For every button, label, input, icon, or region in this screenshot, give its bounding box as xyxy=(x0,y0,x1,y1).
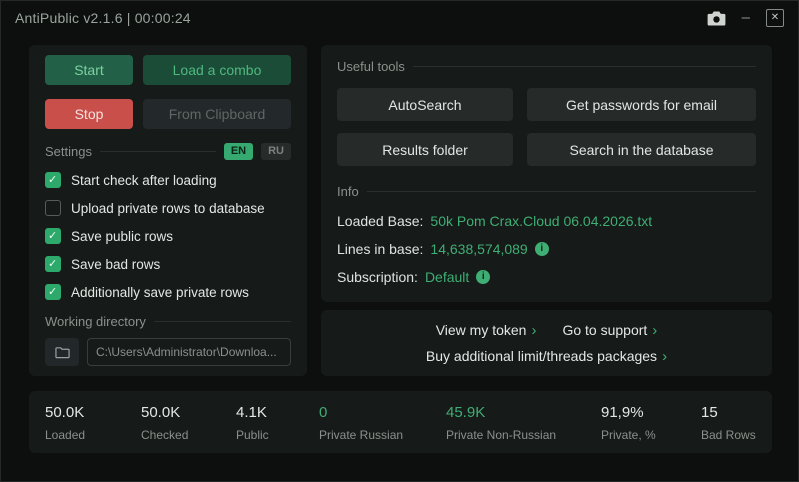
stat-label: Loaded xyxy=(45,428,86,442)
stat-value: 4.1K xyxy=(236,404,267,421)
links-panel: View my token › Go to support › Buy addi… xyxy=(321,310,772,376)
checkbox-row-save-private[interactable]: Additionally save private rows xyxy=(45,284,291,300)
lines-in-base-row: Lines in base: 14,638,574,089 i xyxy=(337,239,756,259)
checkbox[interactable] xyxy=(45,200,61,216)
checkbox-label: Upload private rows to database xyxy=(71,200,265,216)
checkbox-label: Save public rows xyxy=(71,228,174,244)
checkbox-label: Save bad rows xyxy=(71,256,161,272)
info-icon[interactable]: i xyxy=(476,270,491,284)
chevron-right-icon: › xyxy=(652,321,658,339)
stat-private-non-russian: 45.9K Private Non-Russian xyxy=(446,404,556,442)
lang-en-toggle[interactable]: EN xyxy=(223,143,254,160)
titlebar: AntiPublic v2.1.6 | 00:00:24 – ✕ xyxy=(1,1,798,35)
divider xyxy=(366,191,756,192)
stat-value: 45.9K xyxy=(446,404,486,421)
folder-icon[interactable] xyxy=(45,338,79,366)
stat-private-russian: 0 Private Russian xyxy=(319,404,403,442)
stat-label: Private Russian xyxy=(319,428,404,442)
from-clipboard-button[interactable]: From Clipboard xyxy=(143,99,291,129)
stats-bar: 50.0K Loaded 50.0K Checked 4.1K Public 0… xyxy=(29,391,772,453)
working-directory-input[interactable] xyxy=(87,338,291,366)
go-support-label: Go to support xyxy=(562,322,648,338)
stat-public: 4.1K Public xyxy=(236,404,269,442)
loaded-base-row: Loaded Base: 50k Pom Crax.Cloud 06.04.20… xyxy=(337,211,756,231)
stop-button[interactable]: Stop xyxy=(45,99,133,129)
checkbox-row-start-check[interactable]: Start check after loading xyxy=(45,172,291,188)
autosearch-button[interactable]: AutoSearch xyxy=(337,88,513,121)
checkbox[interactable] xyxy=(45,256,61,272)
loaded-base-label: Loaded Base: xyxy=(337,213,424,229)
stat-label: Public xyxy=(236,428,269,442)
links-row-2: Buy additional limit/threads packages › xyxy=(333,348,760,365)
checkbox-row-upload-private[interactable]: Upload private rows to database xyxy=(45,200,291,216)
load-combo-button[interactable]: Load a combo xyxy=(143,55,291,85)
stat-private-percent: 91,9% Private, % xyxy=(601,404,656,442)
stat-value: 50.0K xyxy=(141,404,181,421)
subscription-label: Subscription: xyxy=(337,269,418,285)
checkbox-row-save-public[interactable]: Save public rows xyxy=(45,228,291,244)
view-token-link[interactable]: View my token › xyxy=(436,322,537,339)
checkbox[interactable] xyxy=(45,172,61,188)
stat-label: Private, % xyxy=(601,428,656,442)
divider xyxy=(153,321,291,322)
stat-bad-rows: 15 Bad Rows xyxy=(701,404,756,442)
view-token-label: View my token xyxy=(435,322,527,338)
useful-tools-label: Useful tools xyxy=(337,59,405,74)
chevron-right-icon: › xyxy=(531,321,537,339)
chevron-right-icon: › xyxy=(662,347,668,365)
minimize-icon[interactable]: – xyxy=(742,9,750,26)
info-icon[interactable]: i xyxy=(534,242,549,256)
info-rows: Loaded Base: 50k Pom Crax.Cloud 06.04.20… xyxy=(337,211,756,287)
stat-label: Bad Rows xyxy=(701,428,756,442)
control-panel: Start Load a combo Stop From Clipboard S… xyxy=(29,45,307,376)
buy-packages-label: Buy additional limit/threads packages xyxy=(425,348,658,364)
stat-value: 15 xyxy=(701,404,718,421)
subscription-value: Default xyxy=(424,269,470,285)
stat-value: 91,9% xyxy=(601,404,644,421)
lang-ru-toggle[interactable]: RU xyxy=(261,143,291,160)
subscription-row: Subscription: Default i xyxy=(337,267,756,287)
close-icon[interactable]: ✕ xyxy=(766,9,784,27)
stat-value: 0 xyxy=(319,404,328,421)
settings-label: Settings xyxy=(45,144,92,159)
checkbox-label: Additionally save private rows xyxy=(71,284,249,300)
loaded-base-value: 50k Pom Crax.Cloud 06.04.2026.txt xyxy=(430,213,653,229)
screenshot-camera-icon[interactable] xyxy=(707,10,726,26)
run-buttons: Start Load a combo Stop From Clipboard xyxy=(45,55,291,129)
checkbox[interactable] xyxy=(45,284,61,300)
settings-checkbox-list: Start check after loading Upload private… xyxy=(45,172,291,300)
lines-in-base-label: Lines in base: xyxy=(337,241,424,257)
get-passwords-button[interactable]: Get passwords for email xyxy=(527,88,756,121)
divider xyxy=(99,151,216,152)
divider xyxy=(412,66,756,67)
working-directory-row xyxy=(45,338,291,366)
checkbox[interactable] xyxy=(45,228,61,244)
links-row-1: View my token › Go to support › xyxy=(333,322,760,339)
stat-label: Checked xyxy=(141,428,189,442)
stat-label: Private Non-Russian xyxy=(446,428,557,442)
results-folder-button[interactable]: Results folder xyxy=(337,133,513,166)
lines-in-base-value: 14,638,574,089 xyxy=(430,241,528,257)
tools-info-panel: Useful tools AutoSearch Get passwords fo… xyxy=(321,45,772,302)
tools-buttons: AutoSearch Get passwords for email Resul… xyxy=(337,88,756,166)
checkbox-row-save-bad[interactable]: Save bad rows xyxy=(45,256,291,272)
stat-checked: 50.0K Checked xyxy=(141,404,188,442)
window-title: AntiPublic v2.1.6 | 00:00:24 xyxy=(15,10,191,26)
info-header: Info xyxy=(337,184,756,199)
working-directory-header: Working directory xyxy=(45,314,291,329)
useful-tools-header: Useful tools xyxy=(337,59,756,74)
working-directory-label: Working directory xyxy=(45,314,146,329)
buy-packages-link[interactable]: Buy additional limit/threads packages › xyxy=(426,348,667,365)
stat-loaded: 50.0K Loaded xyxy=(45,404,85,442)
stat-value: 50.0K xyxy=(45,404,85,421)
window-controls: – ✕ xyxy=(707,9,784,27)
settings-header: Settings EN RU xyxy=(45,143,291,160)
checkbox-label: Start check after loading xyxy=(71,172,217,188)
search-database-button[interactable]: Search in the database xyxy=(527,133,756,166)
start-button[interactable]: Start xyxy=(45,55,133,85)
go-support-link[interactable]: Go to support › xyxy=(562,322,657,339)
info-label: Info xyxy=(337,184,359,199)
app-window: AntiPublic v2.1.6 | 00:00:24 – ✕ Start L… xyxy=(0,0,799,482)
